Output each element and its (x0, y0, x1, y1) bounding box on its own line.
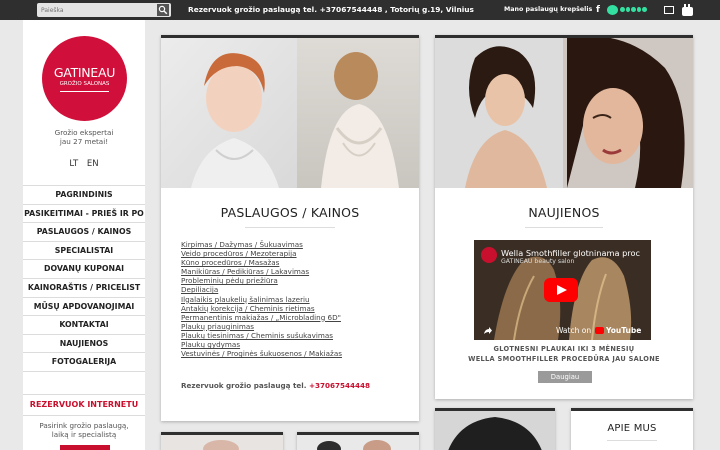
watch-on-label[interactable]: Watch on (556, 326, 591, 335)
news-text: GLOTNESNI PLAUKAI IKI 3 MĖNESIŲ WELLA SM… (435, 344, 693, 364)
channel-logo[interactable] (481, 247, 497, 263)
nav-item-kuponai[interactable]: DOVANŲ KUPONAI (23, 260, 145, 279)
nav-item-pagrindinis[interactable]: PAGRINDINIS (23, 186, 145, 205)
bottom-card-3-image (435, 411, 555, 450)
youtube-icon[interactable] (682, 4, 693, 16)
search-input[interactable] (41, 4, 151, 16)
service-link[interactable]: Plaukų priauginimas (181, 322, 342, 331)
salon-logo[interactable]: GATINEAU GROŽIO SALONAS (42, 36, 127, 121)
video-embed[interactable]: Wella Smothfiller glotninama proc GATINE… (474, 240, 651, 340)
news-title-rule (525, 227, 603, 228)
lang-lt[interactable]: LT (69, 159, 78, 169)
service-link[interactable]: Veido procedūros / Mezoterapija (181, 249, 342, 258)
news-text-line: WELLA SMOOTHFILLER PROCEDŪRA JAU SALONE (468, 355, 660, 363)
service-link[interactable]: Kūno procedūros / Masažas (181, 258, 342, 267)
nav-item-kainorastis[interactable]: KAINORAŠTIS / PRICELIST (23, 279, 145, 298)
services-card: PASLAUGOS / KAINOS Kirpimas / Dažymas / … (161, 35, 419, 421)
online-booking-heading[interactable]: REZERVUOK INTERNETU (23, 394, 145, 416)
services-title: PASLAUGOS / KAINOS (220, 205, 360, 220)
services-call-label: Rezervuok grožio paslaugą tel. (181, 381, 307, 390)
service-link[interactable]: Antakių korekcija / Cheminis rietimas (181, 304, 342, 313)
services-call: Rezervuok grožio paslaugą tel. +37067544… (181, 381, 370, 390)
bottom-card-2[interactable] (297, 432, 419, 450)
mail-icon[interactable] (664, 6, 674, 14)
search-icon[interactable] (157, 4, 169, 16)
logo-brand: GATINEAU (53, 65, 116, 80)
service-link[interactable]: Vestuvinės / Proginės šukuosenos / Makia… (181, 349, 342, 358)
top-bar: Rezervuok grožio paslaugą tel. +37067544… (0, 0, 720, 20)
news-text-line: GLOTNESNI PLAUKAI IKI 3 MĖNESIŲ (493, 345, 635, 353)
service-link[interactable]: Ilgalaikis plaukelių šalinimas lazeriu (181, 295, 342, 304)
lang-en[interactable]: EN (87, 159, 99, 169)
video-channel[interactable]: GATINEAU beauty salon (501, 258, 574, 265)
about-title-rule (607, 440, 657, 441)
rating-dots (620, 6, 647, 14)
nav-item-paslaugos[interactable]: PASLAUGOS / KAINOS (23, 223, 145, 242)
play-button-icon[interactable] (544, 278, 578, 302)
tagline-line: jau 27 metai! (59, 137, 109, 146)
nav-item-fotogalerija[interactable]: FOTOGALERIJA (23, 353, 145, 372)
share-icon[interactable] (483, 326, 493, 335)
service-link[interactable]: Permanentinis makiažas / „Microblading 6… (181, 313, 342, 322)
service-link[interactable]: Probleminių pėdų priežiūra (181, 276, 342, 285)
tripadvisor-icon[interactable] (607, 5, 618, 15)
nav-item-pasikeitimai[interactable]: PASIKEITIMAI - PRIEŠ IR PO (23, 205, 145, 224)
nav-item-kontaktai[interactable]: KONTAKTAI (23, 316, 145, 335)
news-card: NAUJIENOS Wella Smothfiller glotninama p… (435, 35, 693, 399)
online-booking-text: Pasirink grožio paslaugą, laiką ir speci… (23, 421, 145, 439)
bottom-card-3[interactable] (435, 408, 555, 450)
tagline: Grožio ekspertai jau 27 metai! (23, 128, 145, 146)
booking-text-line: Pasirink grožio paslaugą, (39, 421, 129, 430)
language-switcher: LT EN (23, 159, 145, 169)
youtube-logo-icon[interactable] (595, 327, 604, 334)
service-link[interactable]: Kirpimas / Dažymas / Šukuavimas (181, 240, 342, 249)
bottom-card-2-image (297, 435, 419, 450)
cart-link[interactable]: Mano paslaugų krepšelis (504, 6, 592, 13)
search-box[interactable] (37, 3, 171, 17)
service-link[interactable]: Manikiūras / Pedikiūras / Lakavimas (181, 267, 342, 276)
logo-subtitle: GROŽIO SALONAS (59, 81, 110, 87)
service-link[interactable]: Plaukų gydymas (181, 340, 342, 349)
booking-text-line: laiką ir specialistą (51, 430, 117, 439)
service-link[interactable]: Depiliacija (181, 285, 342, 294)
services-call-phone[interactable]: +37067544448 (309, 381, 370, 390)
youtube-wordmark[interactable]: YouTube (606, 326, 641, 335)
more-button[interactable]: Daugiau (538, 371, 592, 383)
services-title-rule (245, 227, 335, 228)
services-hero-image[interactable] (161, 38, 419, 188)
service-link[interactable]: Plaukų tiesinimas / Cheminis sušukavimas (181, 331, 342, 340)
nav-item-apdovanojimai[interactable]: MŪSŲ APDOVANOJIMAI (23, 298, 145, 317)
services-links: Kirpimas / Dažymas / Šukuavimas Veido pr… (181, 240, 342, 358)
about-title: APIE MUS (607, 423, 657, 434)
main-nav: PAGRINDINIS PASIKEITIMAI - PRIEŠ IR PO P… (23, 185, 145, 372)
video-title[interactable]: Wella Smothfiller glotninama proc (501, 248, 640, 258)
bottom-card-1[interactable] (161, 432, 283, 450)
top-booking-text: Rezervuok grožio paslaugą tel. +37067544… (188, 5, 474, 14)
about-card[interactable]: APIE MUS (571, 408, 693, 450)
nav-item-naujienos[interactable]: NAUJIENOS (23, 335, 145, 354)
sidebar: GATINEAU GROŽIO SALONAS Grožio ekspertai… (23, 20, 145, 450)
news-hero-image[interactable] (435, 38, 693, 188)
logo-divider (60, 91, 109, 92)
nav-item-specialistai[interactable]: SPECIALISTAI (23, 242, 145, 261)
facebook-icon[interactable]: f (596, 5, 603, 15)
tagline-line: Grožio ekspertai (54, 128, 114, 137)
online-booking-button[interactable] (60, 445, 110, 450)
news-title: NAUJIENOS (528, 205, 600, 220)
bottom-card-1-image (161, 435, 283, 450)
